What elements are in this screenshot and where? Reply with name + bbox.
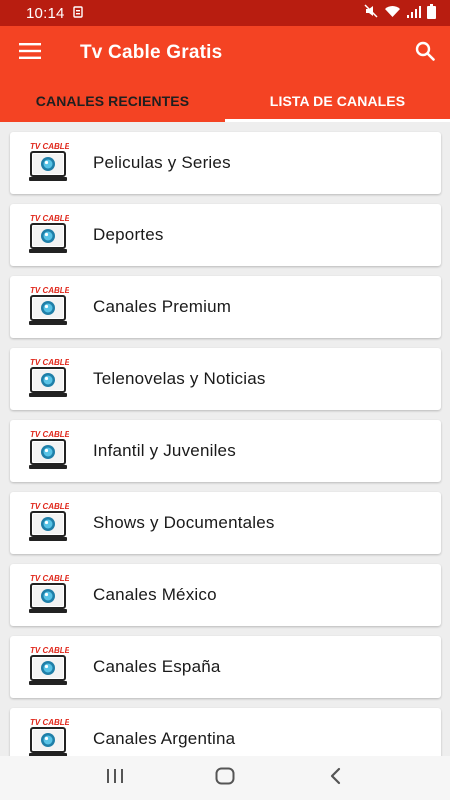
mute-icon	[364, 4, 378, 22]
status-time: 10:14	[26, 4, 65, 22]
status-icons	[364, 3, 436, 23]
tab-bar: CANALES RECIENTES LISTA DE CANALES	[0, 80, 450, 122]
thumb-logo-text: TV CABLE	[30, 430, 69, 439]
category-label: Telenovelas y Noticias	[93, 369, 266, 388]
category-item[interactable]: TV CABLE Canales España	[10, 636, 441, 698]
tv-cable-logo-icon: TV CABLE	[29, 573, 71, 617]
tv-cable-logo-icon: TV CABLE	[29, 141, 71, 185]
tv-cable-logo-icon: TV CABLE	[29, 213, 71, 257]
tab-label: CANALES RECIENTES	[35, 93, 190, 109]
category-item[interactable]: TV CABLE Deportes	[10, 204, 441, 266]
category-label: Infantil y Juveniles	[93, 441, 236, 460]
recent-apps-button[interactable]	[95, 758, 135, 798]
tab-lista-de-canales[interactable]: LISTA DE CANALES	[225, 80, 450, 122]
tab-label: LISTA DE CANALES	[269, 93, 406, 109]
category-item[interactable]: TV CABLE Peliculas y Series	[10, 132, 441, 194]
category-list[interactable]: TV CABLE Peliculas y Series TV CABLE Deport…	[0, 122, 450, 756]
thumb-logo-text: TV CABLE	[30, 142, 69, 151]
status-bar: 10:14	[0, 0, 450, 26]
category-label: Peliculas y Series	[93, 153, 231, 172]
thumb-logo-text: TV CABLE	[30, 286, 69, 295]
category-item[interactable]: TV CABLE Infantil y Juveniles	[10, 420, 441, 482]
category-label: Canales Premium	[93, 297, 232, 316]
category-label: Deportes	[93, 225, 164, 244]
wifi-icon	[384, 5, 401, 22]
tv-cable-logo-icon: TV CABLE	[29, 717, 71, 756]
category-item[interactable]: TV CABLE Telenovelas y Noticias	[10, 348, 441, 410]
category-label: Canales México	[93, 585, 217, 604]
hamburger-menu-icon	[19, 42, 41, 64]
category-label: Canales Argentina	[93, 729, 236, 748]
thumb-logo-text: TV CABLE	[30, 646, 69, 655]
category-item[interactable]: TV CABLE Shows y Documentales	[10, 492, 441, 554]
thumb-logo-text: TV CABLE	[30, 574, 69, 583]
category-item[interactable]: TV CABLE Canales Argentina	[10, 708, 441, 756]
search-icon	[415, 41, 435, 66]
thumb-logo-text: TV CABLE	[30, 358, 69, 367]
back-button[interactable]	[315, 758, 355, 798]
tv-cable-logo-icon: TV CABLE	[29, 285, 71, 329]
thumb-logo-text: TV CABLE	[30, 214, 69, 223]
back-icon	[329, 767, 341, 790]
category-label: Canales España	[93, 657, 221, 676]
thumb-logo-text: TV CABLE	[30, 502, 69, 511]
category-item[interactable]: TV CABLE Canales México	[10, 564, 441, 626]
tab-canales-recientes[interactable]: CANALES RECIENTES	[0, 80, 225, 122]
battery-icon	[427, 3, 436, 23]
signal-icon	[407, 5, 421, 22]
tv-cable-logo-icon: TV CABLE	[29, 645, 71, 689]
tv-cable-logo-icon: TV CABLE	[29, 429, 71, 473]
category-label: Shows y Documentales	[93, 513, 275, 532]
system-nav-bar	[0, 756, 450, 800]
app-title: Tv Cable Gratis	[80, 42, 223, 63]
app-bar: Tv Cable Gratis	[0, 26, 450, 80]
recent-apps-icon	[106, 768, 124, 789]
home-button[interactable]	[205, 758, 245, 798]
menu-button[interactable]	[0, 26, 60, 80]
category-item[interactable]: TV CABLE Canales Premium	[10, 276, 441, 338]
thumb-logo-text: TV CABLE	[30, 718, 69, 727]
home-icon	[215, 767, 235, 790]
search-button[interactable]	[400, 26, 450, 80]
tv-cable-logo-icon: TV CABLE	[29, 357, 71, 401]
tv-cable-logo-icon: TV CABLE	[29, 501, 71, 545]
notification-icon	[72, 5, 83, 22]
